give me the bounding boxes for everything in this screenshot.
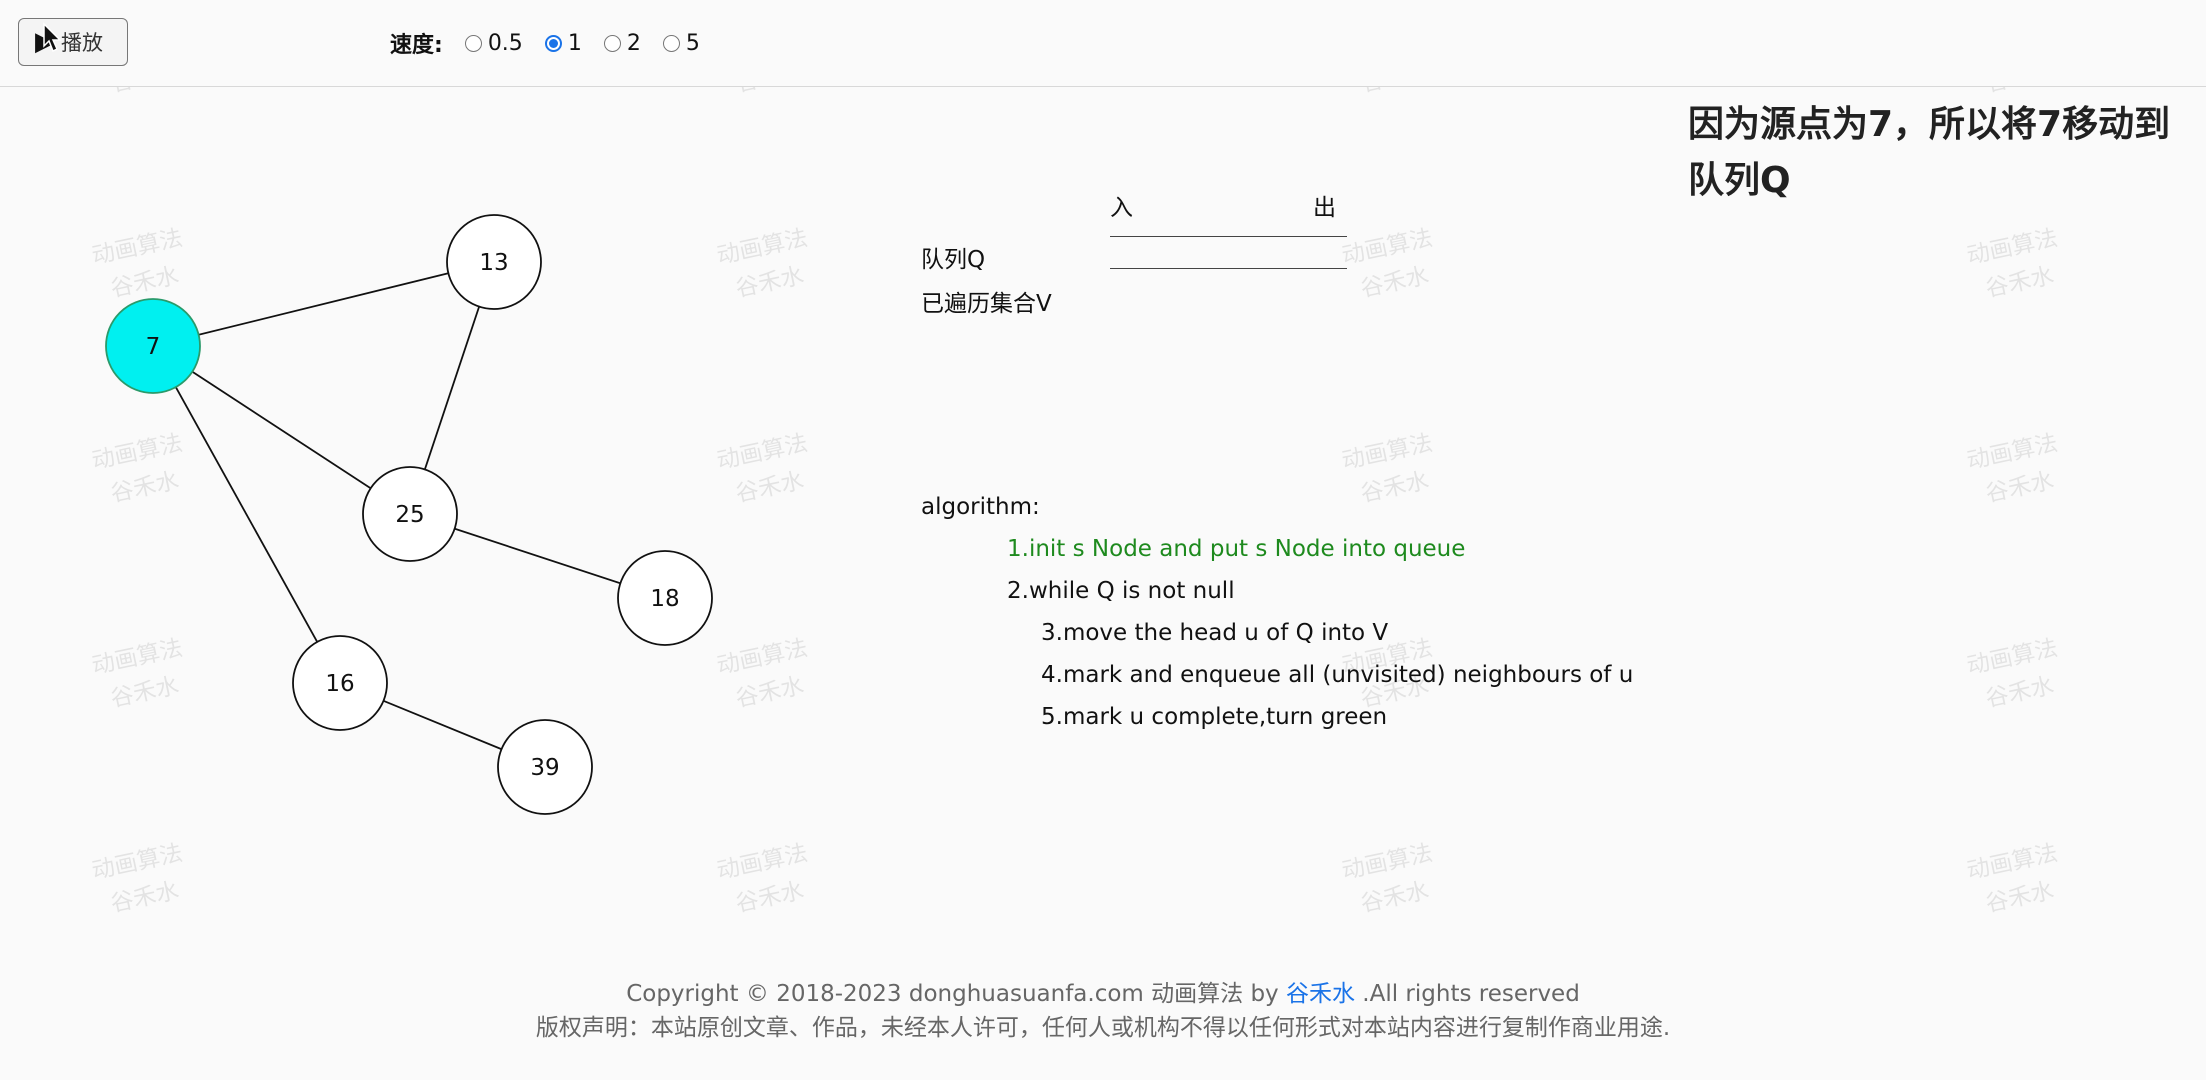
algorithm-step-4: 4.mark and enqueue all (unvisited) neigh… (1041, 662, 1634, 688)
explanation-line-1: 因为源点为7，所以将7移动到 (1688, 104, 2171, 145)
edge-7-13 (152, 261, 495, 347)
watermark: 动画算法谷禾水 (1964, 635, 2060, 713)
node-18: 18 (617, 550, 713, 646)
footer-notice: 版权声明：本站原创文章、作品，未经本人许可，任何人或机构不得以任何形式对本站内容… (535, 1015, 1671, 1041)
node-16: 16 (292, 635, 388, 731)
author-link[interactable]: 谷禾水 (1286, 981, 1355, 1007)
watermark: 动画算法谷禾水 (1339, 840, 1435, 918)
visited-set-label: 已遍历集合V (921, 291, 1052, 317)
queue-out-label: 出 (1313, 195, 1336, 221)
node-label-16: 16 (325, 671, 354, 697)
queue-in-label: 入 (1110, 195, 1133, 221)
node-7: 7 (105, 298, 201, 394)
queue-label: 队列Q (921, 247, 986, 273)
node-label-13: 13 (479, 250, 508, 276)
node-39: 39 (497, 719, 593, 815)
algorithm-title: algorithm: (921, 494, 1040, 520)
watermark: 动画算法谷禾水 (1964, 225, 2060, 303)
graph-canvas: 7 13 25 18 16 39 (105, 214, 713, 815)
node-13: 13 (446, 214, 542, 310)
watermark: 动画算法谷禾水 (1964, 430, 2060, 508)
node-label-39: 39 (530, 755, 559, 781)
watermark: 动画算法谷禾水 (1339, 430, 1435, 508)
edge-7-16 (152, 345, 341, 684)
node-label-25: 25 (395, 502, 424, 528)
algorithm-step-1: 1.init s Node and put s Node into queue (1007, 536, 1466, 562)
node-label-7: 7 (146, 334, 161, 360)
algorithm-step-3: 3.move the head u of Q into V (1041, 620, 1389, 646)
node-25: 25 (362, 466, 458, 562)
algorithm-step-5: 5.mark u complete,turn green (1041, 704, 1388, 730)
explanation-line-2: 队列Q (1688, 160, 1791, 201)
footer-copyright: Copyright © 2018-2023 donghuasuanfa.com … (626, 981, 1580, 1007)
watermark: 动画算法谷禾水 (1964, 840, 2060, 918)
explanation-text: 因为源点为7，所以将7移动到 队列Q (1688, 97, 2198, 209)
queue-bottom-line (1110, 268, 1347, 269)
algorithm-step-2: 2.while Q is not null (1007, 578, 1235, 604)
watermark: 动画算法谷禾水 (1339, 225, 1435, 303)
queue-top-line (1110, 236, 1347, 237)
node-label-18: 18 (650, 586, 679, 612)
